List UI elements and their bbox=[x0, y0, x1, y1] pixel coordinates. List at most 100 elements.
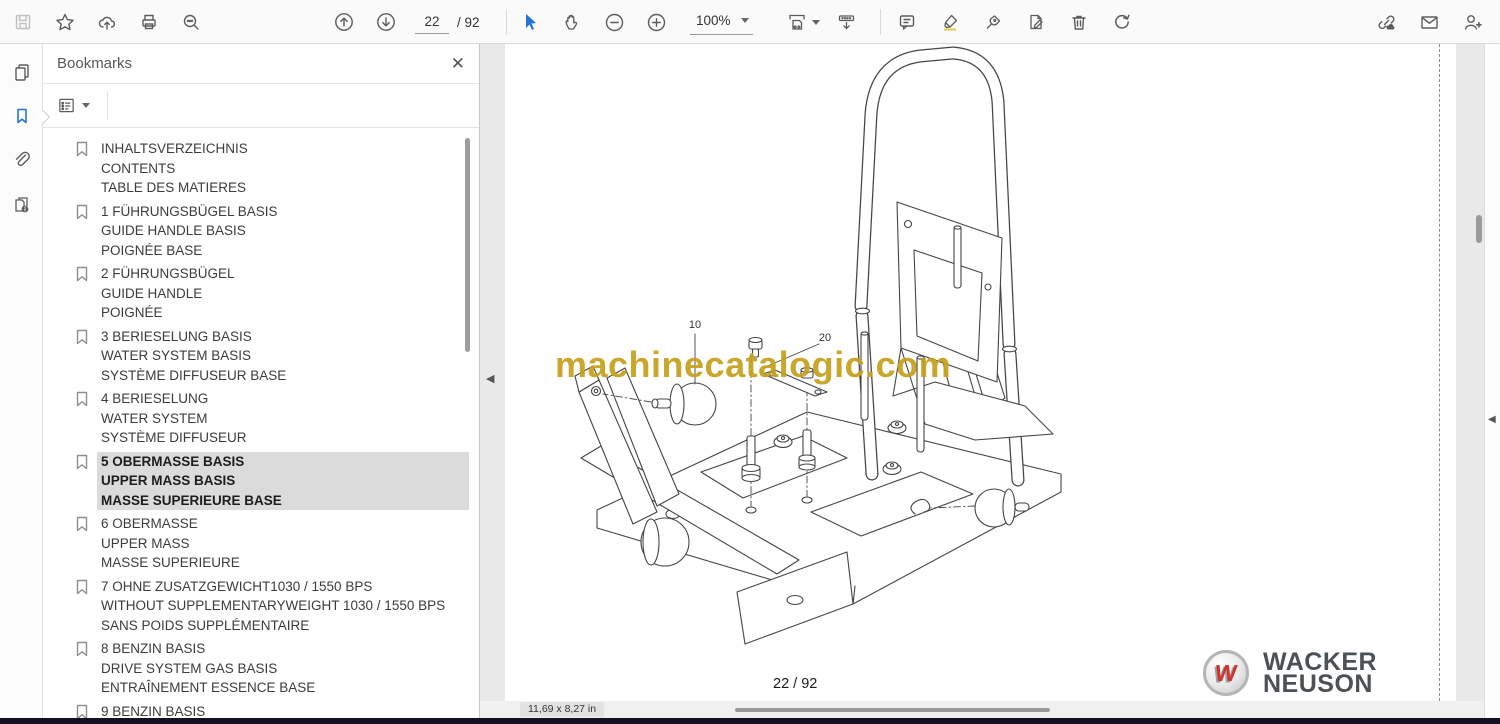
search-button[interactable] bbox=[174, 5, 208, 39]
plus-circle-icon bbox=[647, 13, 665, 31]
bookmark-item[interactable]: 2 FÜHRUNGSBÜGEL GUIDE HANDLE POIGNÉE bbox=[75, 264, 479, 323]
attachments-button[interactable] bbox=[0, 138, 43, 182]
rotate-page-button[interactable] bbox=[1105, 5, 1139, 39]
delete-page-button[interactable] bbox=[1062, 5, 1096, 39]
bookmark-icon bbox=[75, 266, 91, 287]
horizontal-scrollbar-thumb[interactable] bbox=[735, 708, 1050, 712]
print-icon bbox=[142, 14, 156, 30]
bookmark-title-line: INHALTSVERZEICHNIS bbox=[101, 141, 248, 156]
select-tool-button[interactable] bbox=[513, 5, 547, 39]
brand-logo: W WACKER NEUSON bbox=[1203, 650, 1377, 697]
document-info-icon bbox=[15, 196, 29, 212]
bookmark-title-line: UPPER MASS bbox=[101, 535, 190, 551]
hand-tool-button[interactable] bbox=[555, 5, 589, 39]
document-info-button[interactable] bbox=[0, 182, 43, 226]
bookmark-icon bbox=[75, 579, 91, 600]
bookmark-title-line: GUIDE HANDLE BASIS bbox=[101, 223, 246, 238]
previous-page-button[interactable] bbox=[327, 5, 361, 39]
watermark-text: machinecatalogic.com bbox=[555, 344, 952, 385]
comment-button[interactable] bbox=[890, 5, 924, 39]
star-button[interactable] bbox=[48, 5, 82, 39]
share-people-button[interactable] bbox=[1455, 5, 1489, 39]
print-button[interactable] bbox=[132, 5, 166, 39]
page-size-indicator: 11,69 x 8,27 in bbox=[520, 702, 605, 717]
toolbar-divider bbox=[880, 9, 881, 35]
bookmark-item[interactable]: 4 BERIESELUNG WATER SYSTEM SYSTÈME DIFFUSE… bbox=[75, 389, 479, 448]
callout-10-label: 10 bbox=[689, 319, 701, 331]
options-divider bbox=[107, 92, 108, 120]
bookmark-item[interactable]: 5 OBERMASSE BASIS UPPER MASS BASIS MASSE S… bbox=[75, 451, 479, 510]
bookmark-item[interactable]: 6 OBERMASSE UPPER MASS MASSE SUPERIEURE bbox=[75, 514, 479, 573]
envelope-icon bbox=[1420, 15, 1438, 29]
bookmark-title-line: 5 OBERMASSE BASIS bbox=[101, 453, 245, 469]
bookmark-options-icon bbox=[59, 98, 74, 113]
highlighter-icon bbox=[944, 14, 958, 31]
email-button[interactable] bbox=[1412, 5, 1446, 39]
pdf-page: 10 20 machinecatalogic.com 22 / 92 W WAC… bbox=[505, 44, 1456, 701]
pages-icon bbox=[14, 64, 29, 81]
document-viewport: ◀ 10 20 machinecatalogic.com 22 / 92 W W… bbox=[480, 44, 1484, 718]
bookmark-title-line: 7 OHNE ZUSATZGEWICHT1030 / 1550 BPS bbox=[101, 578, 373, 594]
brand-monogram: W bbox=[1213, 659, 1239, 686]
hand-icon bbox=[565, 14, 578, 30]
bookmark-item[interactable]: 9 BENZIN BASIS bbox=[75, 702, 479, 718]
bookmark-title-line: SYSTÈME DIFFUSEUR bbox=[101, 430, 247, 445]
bookmark-item[interactable]: INHALTSVERZEICHNIS CONTENTS TABLE DES MATI… bbox=[75, 139, 479, 198]
bookmark-item[interactable]: 7 OHNE ZUSATZGEWICHT1030 / 1550 BPS WITHO… bbox=[75, 577, 479, 636]
bookmark-title-line: 3 BERIESELUNG BASIS bbox=[101, 328, 252, 344]
crop-mark-line bbox=[1439, 44, 1440, 701]
bookmark-title-line: WITHOUT SUPPLEMENTARYWEIGHT 1030 / 1550 … bbox=[101, 598, 446, 613]
zoom-in-button[interactable] bbox=[639, 5, 673, 39]
bookmark-title-line: 2 FÜHRUNGSBÜGEL bbox=[101, 266, 235, 281]
page-thumbnails-button[interactable] bbox=[0, 50, 43, 94]
bookmark-title-line: MASSE SUPERIEURE bbox=[101, 555, 240, 570]
bookmark-title-line: GUIDE HANDLE bbox=[101, 285, 203, 301]
bookmark-icon bbox=[75, 141, 91, 162]
taskbar-edge bbox=[0, 718, 1500, 724]
bookmark-item[interactable]: 3 BERIESELUNG BASIS WATER SYSTEM BASIS SYS… bbox=[75, 327, 479, 386]
zoom-out-button[interactable] bbox=[597, 5, 631, 39]
continuous-scroll-icon bbox=[838, 15, 854, 30]
bookmark-title-line: ENTRAÎNEMENT ESSENCE BASE bbox=[101, 680, 316, 695]
person-add-icon bbox=[1464, 14, 1482, 30]
bookmark-item[interactable]: 8 BENZIN BASIS DRIVE SYSTEM GAS BASIS ENTR… bbox=[75, 639, 479, 698]
scroll-mode-button[interactable] bbox=[829, 5, 863, 39]
link-icon bbox=[1378, 15, 1394, 29]
bookmark-icon bbox=[16, 108, 27, 124]
highlight-button[interactable] bbox=[933, 5, 967, 39]
rotate-icon bbox=[1115, 14, 1130, 29]
trash-icon bbox=[1072, 15, 1086, 30]
bookmark-icon bbox=[75, 454, 91, 475]
page-number-input[interactable] bbox=[415, 10, 449, 34]
bookmark-icon bbox=[75, 641, 91, 662]
fit-width-icon bbox=[788, 14, 805, 30]
bookmark-icon bbox=[75, 704, 91, 718]
next-page-button[interactable] bbox=[369, 5, 403, 39]
save-icon bbox=[15, 14, 31, 30]
bookmarks-scrollbar-thumb[interactable] bbox=[465, 138, 470, 352]
edit-page-button[interactable] bbox=[1019, 5, 1053, 39]
bookmark-options-dropdown[interactable] bbox=[57, 96, 90, 115]
zoom-level-dropdown[interactable]: 100% bbox=[690, 9, 753, 35]
save-button[interactable] bbox=[6, 5, 40, 39]
sign-button[interactable] bbox=[976, 5, 1010, 39]
bookmark-title-line: WATER SYSTEM bbox=[101, 410, 208, 426]
upload-button[interactable] bbox=[90, 5, 124, 39]
bookmarks-panel: Bookmarks ✕ INHALTSVERZEICHNIS CONTENTS TA… bbox=[43, 44, 480, 718]
close-icon[interactable]: ✕ bbox=[451, 55, 465, 72]
vertical-scrollbar-thumb[interactable] bbox=[1476, 215, 1482, 243]
expand-tools-arrow[interactable]: ◀ bbox=[1488, 414, 1496, 425]
page-fit-dropdown[interactable] bbox=[781, 5, 825, 39]
bookmarks-panel-title: Bookmarks bbox=[57, 55, 133, 72]
bookmark-icon bbox=[75, 391, 91, 412]
bookmark-title-line: POIGNÉE bbox=[101, 305, 163, 320]
bookmark-title-line: UPPER MASS BASIS bbox=[101, 473, 236, 488]
arrow-down-circle-icon bbox=[377, 13, 395, 31]
chevron-down-icon bbox=[82, 103, 90, 108]
bookmark-title-line: SANS POIDS SUPPLÉMENTAIRE bbox=[101, 617, 310, 633]
share-link-button[interactable] bbox=[1369, 5, 1403, 39]
collapse-panel-arrow[interactable]: ◀ bbox=[486, 372, 494, 385]
brand-monogram-circle: W bbox=[1203, 650, 1249, 696]
page-total-label: / 92 bbox=[457, 14, 480, 30]
bookmark-item[interactable]: 1 FÜHRUNGSBÜGEL BASIS GUIDE HANDLE BASIS P… bbox=[75, 202, 479, 261]
